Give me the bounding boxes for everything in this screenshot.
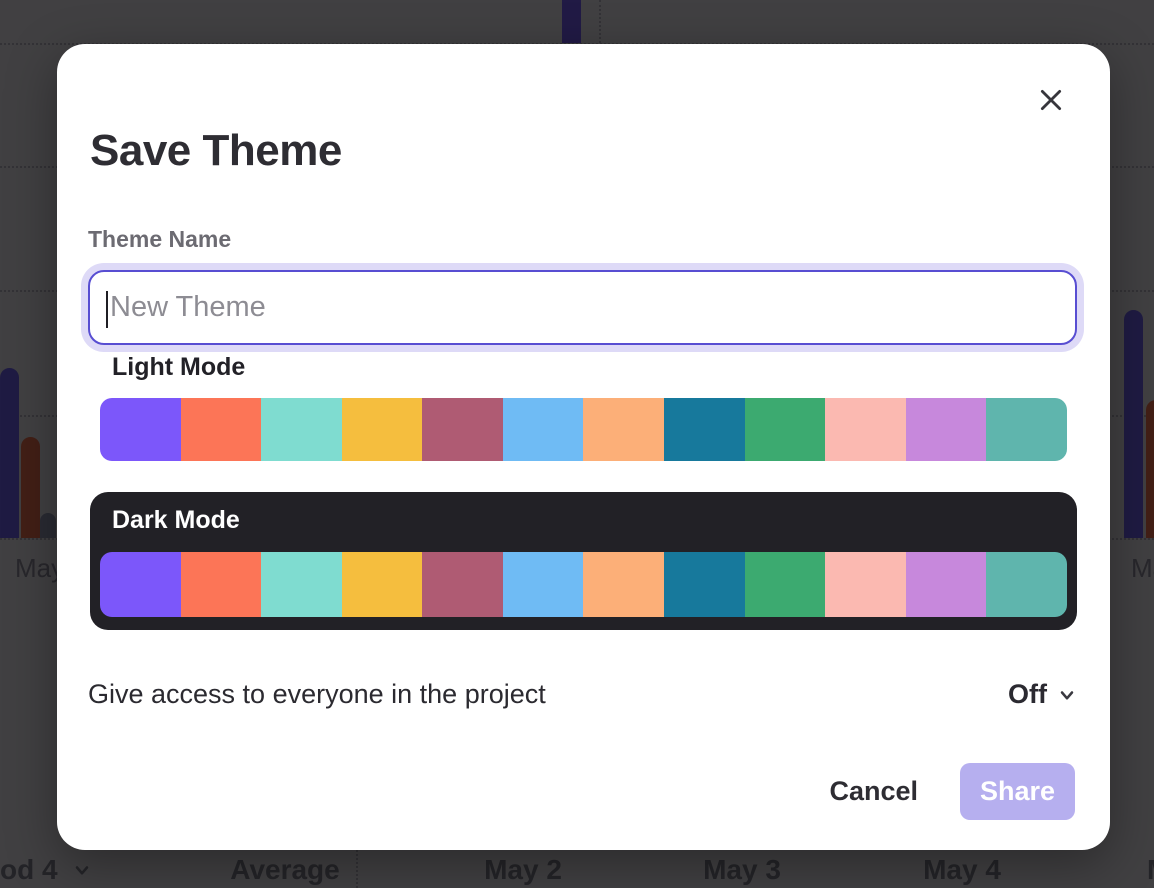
chart-bar	[40, 513, 56, 538]
gridline-vertical	[356, 845, 358, 888]
palette-swatch	[181, 552, 262, 617]
x-axis-label: May 4	[923, 854, 1001, 886]
access-label: Give access to everyone in the project	[88, 679, 546, 710]
chevron-down-icon	[1057, 685, 1077, 705]
gridline-vertical	[599, 0, 601, 43]
x-axis-label: Ma	[1131, 553, 1154, 584]
access-dropdown[interactable]: Off	[1008, 679, 1077, 710]
palette-swatch	[342, 552, 423, 617]
palette-swatch	[100, 398, 181, 461]
palette-swatch	[100, 552, 181, 617]
chart-bar	[562, 0, 581, 43]
dark-mode-palette	[100, 552, 1067, 617]
share-button[interactable]: Share	[960, 763, 1075, 820]
dark-mode-label: Dark Mode	[112, 506, 240, 535]
palette-swatch	[261, 398, 342, 461]
x-axis-label: Average	[230, 854, 339, 886]
close-icon[interactable]	[1035, 85, 1067, 117]
theme-name-input[interactable]	[90, 272, 1075, 343]
palette-swatch	[503, 398, 584, 461]
access-row: Give access to everyone in the project O…	[88, 679, 1077, 710]
x-axis-label: May 2	[484, 854, 562, 886]
palette-swatch	[906, 552, 987, 617]
palette-swatch	[342, 398, 423, 461]
palette-swatch	[906, 398, 987, 461]
palette-swatch	[181, 398, 262, 461]
light-mode-palette	[100, 398, 1067, 461]
light-mode-label: Light Mode	[112, 353, 245, 382]
period-dropdown: od 4	[0, 854, 92, 886]
palette-swatch	[664, 552, 745, 617]
dark-mode-card: Dark Mode	[90, 492, 1077, 630]
save-theme-dialog: Save Theme Theme Name Light Mode Dark Mo…	[57, 44, 1110, 850]
period-dropdown-label: od 4	[0, 854, 58, 886]
theme-name-label: Theme Name	[88, 226, 231, 253]
palette-swatch	[503, 552, 584, 617]
theme-name-field-wrap	[88, 270, 1077, 345]
palette-swatch	[583, 552, 664, 617]
palette-swatch	[583, 398, 664, 461]
x-axis-label: M	[1147, 854, 1154, 886]
palette-swatch	[745, 398, 826, 461]
chart-bar	[1146, 400, 1154, 538]
text-caret	[106, 291, 108, 328]
chart-bar	[0, 368, 19, 538]
palette-swatch	[422, 552, 503, 617]
chart-bar	[21, 437, 40, 538]
access-dropdown-value: Off	[1008, 679, 1047, 710]
dialog-actions: Cancel Share	[829, 763, 1075, 820]
chevron-down-icon	[72, 860, 92, 880]
palette-swatch	[986, 552, 1067, 617]
cancel-button[interactable]: Cancel	[829, 776, 918, 807]
palette-swatch	[825, 552, 906, 617]
dialog-title: Save Theme	[90, 126, 342, 176]
palette-swatch	[986, 398, 1067, 461]
palette-swatch	[261, 552, 342, 617]
palette-swatch	[664, 398, 745, 461]
chart-bar	[1124, 310, 1143, 538]
x-axis-label: May 3	[703, 854, 781, 886]
palette-swatch	[825, 398, 906, 461]
palette-swatch	[422, 398, 503, 461]
palette-swatch	[745, 552, 826, 617]
